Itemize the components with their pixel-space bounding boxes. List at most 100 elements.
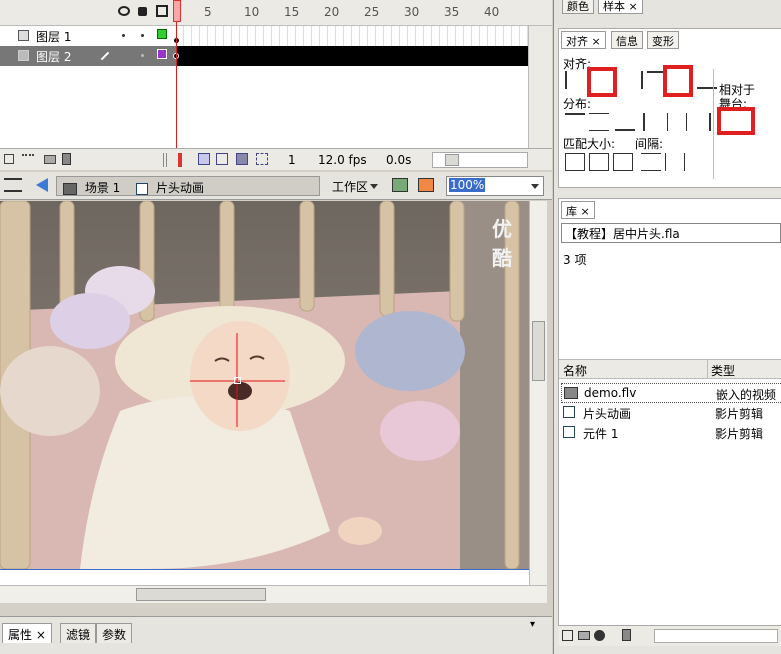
match-both-icon[interactable] — [613, 153, 633, 171]
align-left-icon[interactable] — [565, 71, 585, 89]
item-name: 元件 1 — [583, 427, 619, 441]
movieclip-icon — [136, 182, 149, 195]
panel-menu-icon[interactable]: ▾ — [530, 619, 535, 630]
back-arrow-icon[interactable] — [36, 178, 48, 192]
item-name: demo.flv — [584, 386, 637, 400]
layer-color-swatch[interactable] — [157, 29, 167, 39]
align-bottom-icon[interactable] — [697, 71, 717, 89]
new-folder-icon[interactable] — [578, 631, 590, 640]
workspace-menu[interactable]: 工作区 — [326, 176, 374, 196]
chevron-down-icon[interactable] — [531, 184, 539, 189]
match-height-icon[interactable] — [589, 153, 609, 171]
trash-icon[interactable] — [622, 629, 631, 641]
zoom-value[interactable]: 100% — [449, 178, 486, 192]
edit-scene-icon[interactable] — [392, 178, 408, 192]
close-icon[interactable]: × — [36, 628, 46, 642]
motion-guide-icon[interactable] — [22, 154, 34, 164]
tab-properties[interactable]: 属性 × — [2, 623, 52, 643]
timeline-vscroll[interactable] — [528, 26, 552, 148]
current-frame: 1 — [288, 153, 296, 167]
stage-canvas[interactable]: 优酷 — [0, 201, 529, 569]
onion-markers-icon[interactable] — [256, 153, 268, 165]
scene-crumb[interactable]: 场景 1 — [85, 181, 120, 195]
tab-transform[interactable]: 变形 — [647, 31, 679, 49]
timeline-panel: 5 10 15 20 25 30 35 40 图层 1 图层 2 1 12.0 … — [0, 0, 552, 170]
tab-filters[interactable]: 滤镜 — [60, 623, 97, 643]
insert-folder-icon[interactable] — [44, 155, 56, 164]
tab-swatches[interactable]: 样本 × — [598, 0, 643, 14]
onion-skin-icon[interactable] — [198, 153, 210, 165]
frame-number: 35 — [444, 5, 460, 19]
distribute-right-icon[interactable] — [691, 113, 711, 131]
align-hcenter-icon[interactable] — [587, 67, 617, 97]
frame-cells[interactable] — [176, 26, 528, 46]
scroll-thumb[interactable] — [532, 321, 545, 381]
match-width-icon[interactable] — [565, 153, 585, 171]
distribute-top-icon[interactable] — [565, 113, 585, 131]
tab-align[interactable]: 对齐 × — [561, 31, 606, 49]
column-type[interactable]: 类型 — [711, 362, 735, 379]
new-symbol-icon[interactable] — [562, 630, 573, 641]
space-horizontal-icon[interactable] — [665, 153, 685, 171]
layer-row[interactable]: 图层 1 — [0, 26, 552, 46]
library-file-select[interactable]: 【教程】居中片头.fla — [561, 223, 781, 243]
match-size-label: 匹配大小: — [563, 137, 616, 151]
timeline-hscroll[interactable] — [432, 152, 528, 168]
tab-color[interactable]: 颜色 — [562, 0, 594, 14]
playhead[interactable] — [173, 0, 181, 22]
lock-dot[interactable] — [141, 34, 144, 37]
library-hscroll[interactable] — [654, 629, 778, 643]
edit-multiple-frames-icon[interactable] — [236, 153, 248, 165]
video-frame — [0, 201, 529, 569]
distribute-hcenter-icon[interactable] — [667, 113, 687, 131]
library-item[interactable]: demo.flv 嵌入的视频 — [561, 383, 781, 403]
registration-point[interactable] — [234, 377, 241, 384]
edit-symbol-icon[interactable] — [418, 178, 434, 192]
zoom-select[interactable]: 100% — [446, 176, 544, 196]
layer-color-swatch[interactable] — [157, 49, 167, 59]
layer-row-selected[interactable]: 图层 2 — [0, 46, 552, 66]
lock-icon[interactable] — [138, 7, 147, 16]
stage-hscroll[interactable] — [0, 585, 547, 603]
layer-name[interactable]: 图层 1 — [36, 28, 71, 45]
scene-icon — [63, 182, 77, 195]
scroll-thumb[interactable] — [445, 154, 459, 166]
library-item[interactable]: 元件 1 影片剪辑 — [561, 423, 781, 443]
tab-label: 对齐 — [566, 35, 588, 48]
column-divider[interactable] — [707, 360, 708, 378]
lock-dot[interactable] — [141, 54, 144, 57]
distribute-vcenter-icon[interactable] — [589, 113, 609, 131]
align-right-icon[interactable] — [623, 71, 643, 89]
layer-icon — [18, 30, 29, 41]
align-vcenter-icon[interactable] — [663, 65, 693, 97]
timeline-header: 5 10 15 20 25 30 35 40 — [0, 0, 552, 26]
frame-rate[interactable]: 12.0 fps — [318, 153, 367, 167]
symbol-crumb[interactable]: 片头动画 — [156, 181, 204, 195]
column-name[interactable]: 名称 — [563, 362, 587, 379]
tab-info[interactable]: 信息 — [611, 31, 643, 49]
distribute-bottom-icon[interactable] — [615, 113, 635, 131]
frame-cells-selected[interactable] — [176, 46, 528, 66]
chevron-down-icon[interactable] — [370, 184, 378, 189]
eye-icon[interactable] — [118, 6, 130, 16]
timeline-toggle-icon[interactable] — [4, 178, 22, 192]
tab-library[interactable]: 库 × — [561, 201, 595, 219]
stage-vscroll[interactable] — [529, 201, 547, 585]
layer-name[interactable]: 图层 2 — [36, 48, 71, 65]
onion-outline-icon[interactable] — [216, 153, 228, 165]
center-frame-icon[interactable] — [178, 153, 182, 167]
visibility-dot[interactable] — [122, 34, 125, 37]
tab-parameters[interactable]: 参数 — [96, 623, 133, 643]
properties-icon[interactable] — [594, 630, 605, 641]
splitter[interactable] — [163, 153, 167, 167]
space-vertical-icon[interactable] — [641, 153, 661, 171]
scroll-thumb[interactable] — [136, 588, 266, 601]
library-header: 名称 类型 — [559, 359, 781, 379]
video-watermark: 优酷 — [492, 217, 512, 270]
library-item[interactable]: 片头动画 影片剪辑 — [561, 403, 781, 423]
to-stage-button[interactable] — [717, 107, 755, 135]
trash-icon[interactable] — [62, 153, 71, 165]
distribute-left-icon[interactable] — [643, 113, 663, 131]
insert-layer-icon[interactable] — [4, 154, 14, 164]
outline-icon[interactable] — [156, 5, 168, 17]
